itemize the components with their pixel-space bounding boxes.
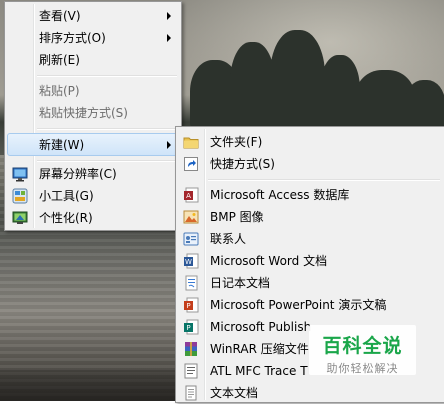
personalize-icon: [12, 211, 28, 224]
desktop-context-menu: 查看(V) 排序方式(O) 刷新(E) 粘贴(P) 粘贴快捷方式(S) 新建(W…: [4, 1, 182, 231]
menu-separator: [37, 160, 177, 162]
submenu-item-word-document[interactable]: W Microsoft Word 文档: [178, 250, 442, 272]
menu-item-label: 刷新(E): [39, 53, 80, 67]
menu-item-new[interactable]: 新建(W): [7, 133, 179, 156]
submenu-item-label: Microsoft Publish: [210, 320, 312, 334]
menu-separator: [208, 179, 440, 181]
menu-item-refresh[interactable]: 刷新(E): [7, 49, 179, 71]
menu-item-gadgets[interactable]: 小工具(G): [7, 185, 179, 207]
submenu-item-access-database[interactable]: A Microsoft Access 数据库: [178, 184, 442, 206]
bmp-image-icon: [183, 210, 199, 224]
submenu-item-new-shortcut[interactable]: 快捷方式(S): [178, 153, 442, 175]
word-icon: W: [184, 253, 199, 269]
submenu-arrow-icon: [167, 141, 171, 149]
menu-item-view[interactable]: 查看(V): [7, 5, 179, 27]
submenu-item-label: Microsoft Access 数据库: [210, 188, 350, 202]
submenu-item-label: 联系人: [210, 232, 247, 246]
submenu-item-powerpoint-presentation[interactable]: P Microsoft PowerPoint 演示文稿: [178, 294, 442, 316]
watermark-subtitle: 助你轻松解决: [326, 362, 399, 375]
submenu-item-label: 日记本文档: [210, 276, 271, 290]
svg-text:P: P: [186, 324, 190, 332]
submenu-item-label: ATL MFC Trace T: [210, 364, 308, 378]
submenu-item-label: 快捷方式(S): [210, 157, 275, 171]
watermark-title: 百科全说: [322, 335, 403, 357]
tree: [320, 55, 360, 130]
submenu-arrow-icon: [167, 34, 171, 42]
shortcut-icon: [184, 157, 198, 171]
submenu-item-new-folder[interactable]: 文件夹(F): [178, 131, 442, 153]
access-icon: A: [184, 187, 199, 203]
display-icon: [12, 167, 28, 182]
menu-item-label: 排序方式(O): [39, 31, 106, 45]
menu-item-label: 小工具(G): [39, 189, 94, 203]
watermark: 百科全说 助你轻松解决: [309, 325, 416, 375]
menu-item-label: 粘贴快捷方式(S): [39, 106, 128, 120]
publisher-icon: P: [184, 319, 199, 335]
submenu-item-journal-document[interactable]: 日记本文档: [178, 272, 442, 294]
winrar-icon: [185, 342, 197, 356]
submenu-item-contact[interactable]: 联系人: [178, 228, 442, 250]
menu-item-personalize[interactable]: 个性化(R): [7, 207, 179, 229]
journal-icon: [185, 275, 198, 291]
submenu-item-label: BMP 图像: [210, 210, 264, 224]
tree: [405, 80, 444, 130]
submenu-item-label: WinRAR 压缩文件: [210, 342, 309, 356]
contact-icon: [183, 232, 199, 246]
menu-item-label: 屏幕分辨率(C): [39, 167, 117, 181]
svg-text:W: W: [185, 258, 192, 266]
menu-item-paste[interactable]: 粘贴(P): [7, 80, 179, 102]
gadgets-icon: [12, 188, 28, 204]
menu-item-label: 粘贴(P): [39, 84, 80, 98]
menu-item-sort-by[interactable]: 排序方式(O): [7, 27, 179, 49]
powerpoint-icon: P: [184, 297, 199, 313]
tree: [270, 30, 325, 130]
text-document-icon: [185, 385, 197, 401]
svg-text:A: A: [186, 192, 191, 200]
menu-item-label: 新建(W): [39, 138, 85, 152]
menu-separator: [37, 128, 177, 130]
menu-item-paste-shortcut[interactable]: 粘贴快捷方式(S): [7, 102, 179, 124]
folder-icon: [183, 137, 199, 149]
atl-trace-icon: [184, 363, 198, 379]
menu-item-label: 个性化(R): [39, 211, 93, 225]
svg-text:P: P: [186, 302, 190, 310]
menu-item-screen-resolution[interactable]: 屏幕分辨率(C): [7, 163, 179, 185]
submenu-item-label: 文件夹(F): [210, 135, 263, 149]
submenu-item-bmp-image[interactable]: BMP 图像: [178, 206, 442, 228]
menu-item-label: 查看(V): [39, 9, 81, 23]
menu-separator: [37, 75, 177, 77]
submenu-item-label: Microsoft PowerPoint 演示文稿: [210, 298, 387, 312]
submenu-arrow-icon: [167, 12, 171, 20]
submenu-item-label: Microsoft Word 文档: [210, 254, 328, 268]
tree: [230, 42, 275, 132]
